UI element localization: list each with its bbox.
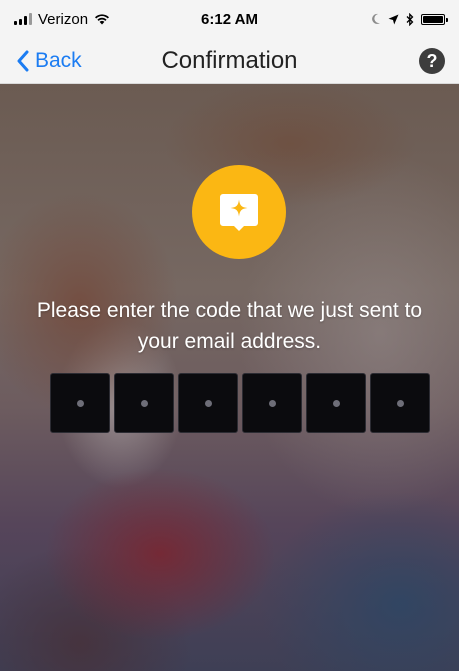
placeholder-dot-icon xyxy=(268,399,276,407)
status-right xyxy=(371,12,448,26)
navigation-bar: Back Confirmation ? xyxy=(0,38,459,84)
battery-icon xyxy=(421,13,448,25)
placeholder-dot-icon xyxy=(140,399,148,407)
verification-code-input xyxy=(50,373,430,433)
status-bar: Verizon 6:12 AM xyxy=(0,0,459,38)
code-digit-field-5[interactable] xyxy=(306,373,366,433)
back-button-label: Back xyxy=(35,49,82,72)
placeholder-dot-icon xyxy=(332,399,340,407)
placeholder-dot-icon xyxy=(204,399,212,407)
question-mark-icon: ? xyxy=(426,50,438,71)
instruction-text: Please enter the code that we just sent … xyxy=(36,299,423,353)
moon-icon xyxy=(372,13,380,24)
carrier-label: Verizon xyxy=(38,10,89,28)
code-digit-field-2[interactable] xyxy=(114,373,174,433)
chat-sparkle-icon xyxy=(220,194,258,231)
code-digit-field-3[interactable] xyxy=(178,373,238,433)
placeholder-dot-icon xyxy=(396,399,404,407)
status-left: Verizon xyxy=(14,11,371,28)
code-digit-field-6[interactable] xyxy=(370,373,430,433)
placeholder-dot-icon xyxy=(76,399,84,407)
wifi-icon xyxy=(95,14,110,25)
phone-screen: Verizon 6:12 AM Back Confirmation ? Plea… xyxy=(0,0,459,671)
chevron-left-icon xyxy=(17,50,29,72)
back-button[interactable]: Back xyxy=(16,38,82,84)
location-arrow-icon xyxy=(388,14,399,24)
app-icon-badge xyxy=(192,165,286,259)
help-button[interactable]: ? xyxy=(419,48,445,74)
code-digit-field-4[interactable] xyxy=(242,373,302,433)
bluetooth-icon xyxy=(406,12,414,26)
signal-strength-icon xyxy=(14,13,32,25)
code-digit-field-1[interactable] xyxy=(50,373,110,433)
